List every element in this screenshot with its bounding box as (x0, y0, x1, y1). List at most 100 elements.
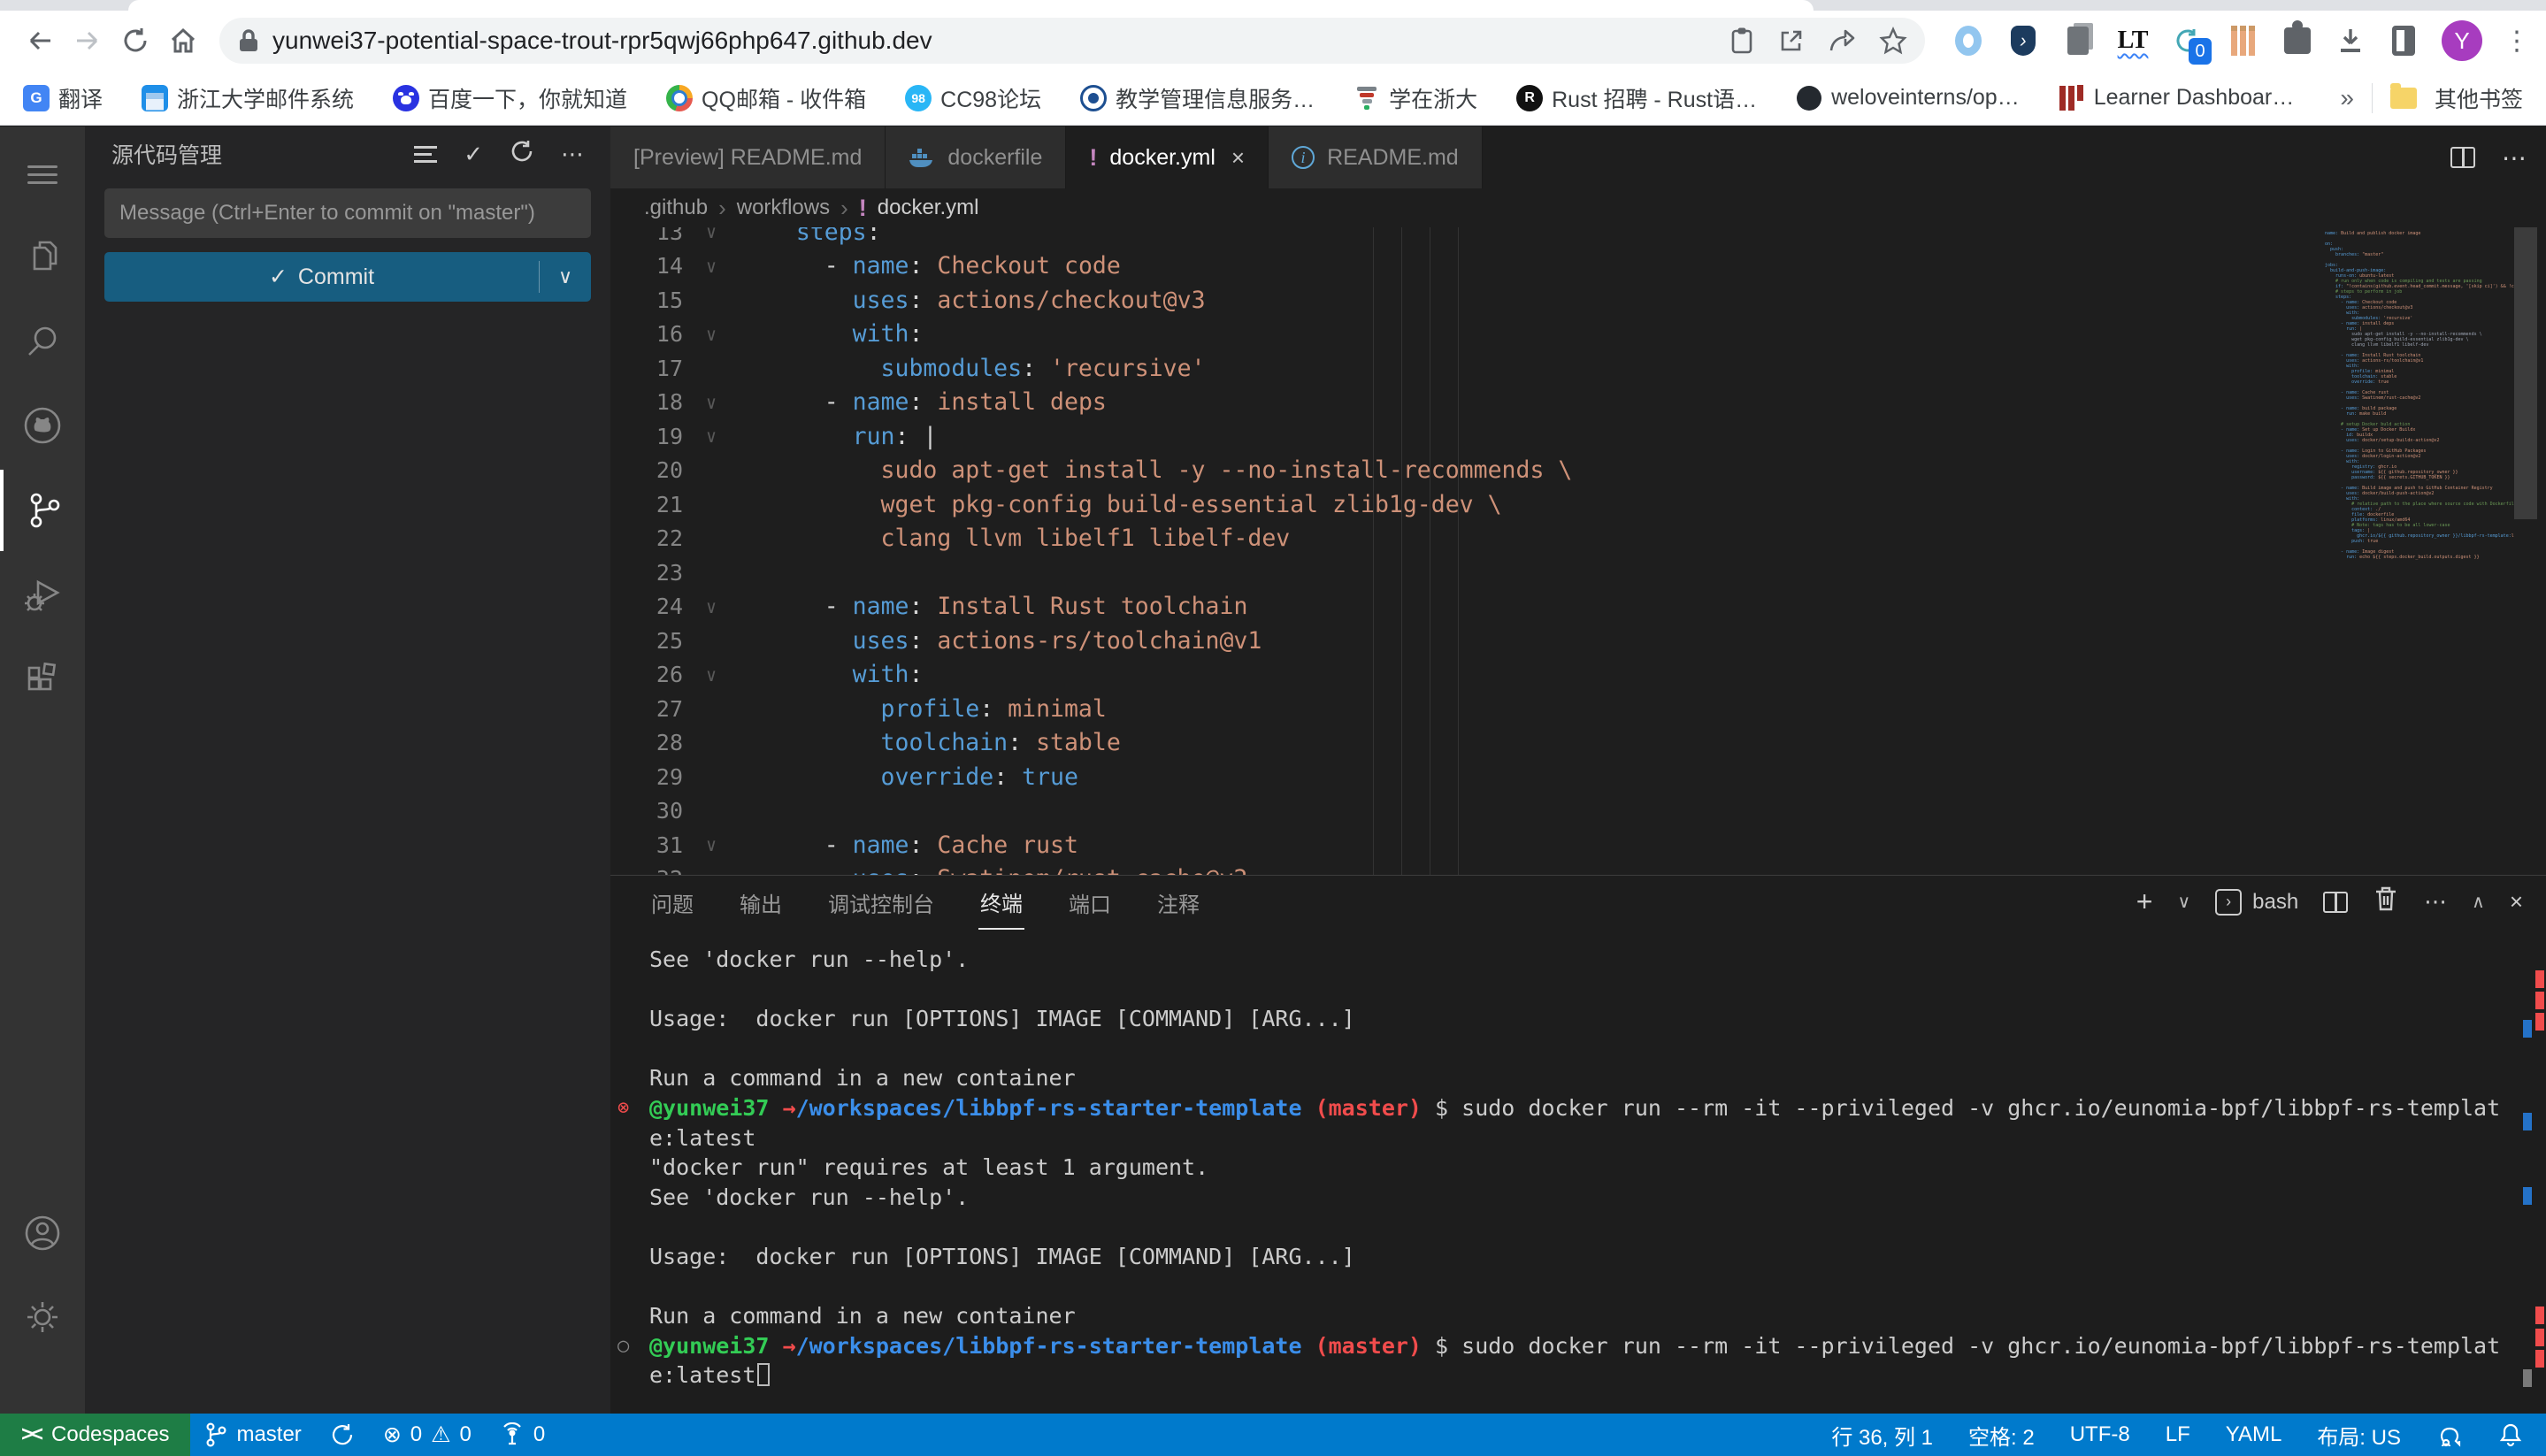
bookmark-item[interactable]: 教学管理信息服务… (1080, 82, 1315, 114)
sync-changes-button[interactable] (316, 1414, 369, 1456)
panel-tab-终端[interactable]: 终端 (978, 876, 1024, 930)
commit-button[interactable]: ✓Commit ∨ (104, 252, 591, 302)
clipboard-icon[interactable] (1729, 27, 1755, 55)
home-button[interactable] (159, 17, 207, 65)
tab-sync-extension-icon[interactable]: 0 (2171, 24, 2205, 57)
fold-chevron-icon[interactable]: ∨ (683, 324, 740, 345)
profile-avatar[interactable]: Y (2442, 20, 2482, 61)
shield-extension-icon[interactable]: › (2006, 24, 2040, 57)
editor-tab-dockerfile[interactable]: dockerfile (886, 126, 1066, 188)
search-button[interactable] (0, 300, 85, 381)
reload-button[interactable] (111, 17, 159, 65)
bookmark-star-icon[interactable] (1879, 27, 1907, 55)
split-terminal-icon[interactable] (2323, 892, 2348, 913)
bookmark-item[interactable]: G翻译 (23, 82, 103, 114)
terminal-shell-item[interactable]: › bash (2215, 889, 2298, 916)
terminal-output[interactable]: See 'docker run --help'.Usage: docker ru… (649, 945, 2511, 1406)
bookmark-item[interactable]: 98CC98论坛 (905, 82, 1041, 114)
source-control-button[interactable] (0, 470, 85, 551)
close-tab-icon[interactable]: × (1231, 144, 1245, 172)
panel-tab-调试控制台[interactable]: 调试控制台 (826, 877, 936, 929)
fold-chevron-icon[interactable]: ∨ (683, 256, 740, 277)
ports-indicator[interactable]: 0 (486, 1414, 559, 1456)
more-actions-icon[interactable]: ⋯ (561, 141, 584, 168)
split-editor-icon[interactable] (2450, 147, 2475, 168)
commit-check-icon[interactable]: ✓ (464, 141, 483, 168)
fold-chevron-icon[interactable]: ∨ (683, 834, 740, 855)
bookmark-item[interactable]: 浙江大学邮件系统 (142, 82, 354, 114)
minimap[interactable]: name: Build and publish docker image on:… (2316, 227, 2514, 875)
bookmark-item[interactable]: 百度一下，你就知道 (393, 82, 627, 114)
eol-indicator[interactable]: LF (2148, 1414, 2208, 1456)
forward-button[interactable] (64, 17, 111, 65)
bookmark-item[interactable]: 学在浙大 (1354, 82, 1477, 114)
download-icon[interactable] (2335, 26, 2366, 56)
code-editor[interactable]: 13∨ steps:14∨ - name: Checkout code15 us… (610, 215, 2316, 875)
explorer-button[interactable] (0, 215, 85, 296)
url-text[interactable]: yunwei37-potential-space-trout-rpr5qwj66… (272, 27, 1718, 55)
kill-terminal-button[interactable] (2373, 885, 2399, 919)
keyboard-layout-indicator[interactable]: 布局: US (2299, 1414, 2419, 1456)
github-remote-button[interactable] (0, 385, 85, 466)
maximize-panel-chevron[interactable]: ∧ (2472, 891, 2485, 913)
bookmark-item[interactable]: RRust 招聘 - Rust语… (1516, 82, 1757, 114)
browser-active-tab[interactable] (128, 0, 1814, 11)
problems-indicator[interactable]: ⊗ 0 ⚠ 0 (369, 1414, 486, 1456)
extensions-puzzle-icon[interactable] (2281, 24, 2314, 57)
highlighter-extension-icon[interactable] (2226, 24, 2259, 57)
share-icon[interactable] (1828, 27, 1856, 54)
commit-message-input[interactable] (104, 188, 591, 238)
close-panel-icon[interactable]: × (2510, 888, 2523, 916)
line-col-indicator[interactable]: 行 36, 列 1 (1814, 1414, 1951, 1456)
breadcrumb-subfolder[interactable]: workflows (737, 195, 830, 220)
languagetool-extension-icon[interactable]: LT (2116, 24, 2150, 57)
panel-tab-输出[interactable]: 输出 (738, 877, 784, 929)
indentation-indicator[interactable]: 空格: 2 (1951, 1414, 2052, 1456)
remote-indicator[interactable]: >< Codespaces (0, 1414, 190, 1456)
panel-more-actions-icon[interactable]: ⋯ (2424, 888, 2447, 916)
bookmarks-overflow-chevron[interactable]: » (2340, 84, 2354, 112)
accounts-button[interactable] (0, 1192, 85, 1274)
fold-chevron-icon[interactable]: ∨ (683, 596, 740, 617)
editor-tab--preview-readme-md[interactable]: [Preview] README.md (610, 126, 886, 188)
editor-tab-docker-yml[interactable]: !docker.yml× (1066, 126, 1269, 188)
terminal-dropdown-chevron[interactable]: ∨ (2177, 891, 2190, 913)
back-button[interactable] (16, 17, 64, 65)
breadcrumb[interactable]: .github › workflows › ! docker.yml (610, 188, 2546, 227)
open-in-new-icon[interactable] (1778, 27, 1805, 54)
editor-more-actions-icon[interactable]: ⋯ (2502, 143, 2527, 172)
docs-extension-icon[interactable] (2061, 24, 2095, 57)
refresh-icon[interactable] (510, 139, 534, 170)
commit-dropdown-chevron[interactable]: ∨ (540, 265, 591, 288)
fold-chevron-icon[interactable]: ∨ (683, 425, 740, 447)
scrollbar-slider[interactable] (2514, 227, 2537, 519)
branch-indicator[interactable]: master (190, 1414, 315, 1456)
fold-chevron-icon[interactable]: ∨ (683, 392, 740, 413)
browser-menu-kebab-icon[interactable]: ⋮ (2504, 26, 2530, 57)
editor-scrollbar[interactable] (2514, 227, 2537, 875)
address-bar[interactable]: yunwei37-potential-space-trout-rpr5qwj66… (219, 18, 1925, 64)
settings-button[interactable] (0, 1276, 85, 1358)
ring-extension-icon[interactable] (1952, 24, 1985, 57)
fold-chevron-icon[interactable]: ∨ (683, 664, 740, 686)
bookmark-item[interactable]: QQ邮箱 - 收件箱 (666, 82, 866, 114)
bookmark-item[interactable]: weloveinterns/op… (1796, 85, 2020, 111)
breadcrumb-file[interactable]: docker.yml (878, 195, 979, 220)
new-terminal-button[interactable]: + (2136, 885, 2153, 918)
editor-tab-readme-md[interactable]: iREADME.md (1269, 126, 1483, 188)
panel-tab-端口[interactable]: 端口 (1067, 877, 1113, 929)
panel-tab-问题[interactable]: 问题 (649, 877, 695, 929)
feedback-button[interactable] (2419, 1414, 2481, 1456)
run-debug-button[interactable] (0, 555, 85, 636)
language-indicator[interactable]: YAML (2208, 1414, 2300, 1456)
encoding-indicator[interactable]: UTF-8 (2052, 1414, 2148, 1456)
bookmark-item[interactable]: Learner Dashboar… (2059, 85, 2295, 111)
menu-hamburger-button[interactable] (0, 134, 85, 215)
notifications-button[interactable] (2481, 1414, 2546, 1456)
breadcrumb-folder[interactable]: .github (644, 195, 708, 220)
view-as-list-icon[interactable] (414, 142, 437, 167)
other-bookmarks-label[interactable]: 其他书签 (2435, 82, 2523, 114)
panel-tab-注释[interactable]: 注释 (1155, 877, 1201, 929)
extensions-button[interactable] (0, 640, 85, 721)
reading-mode-icon[interactable] (2387, 24, 2420, 57)
